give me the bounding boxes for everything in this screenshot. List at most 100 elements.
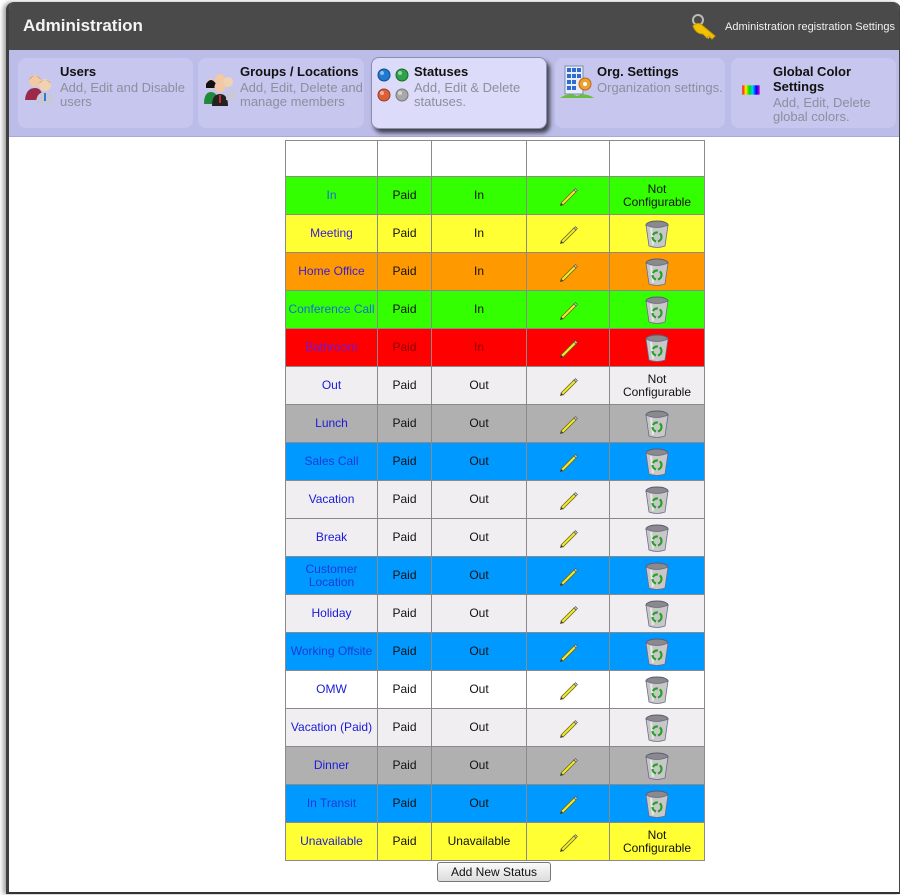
status-category: In — [431, 176, 527, 215]
nav-tile-statuses-title: Statuses — [414, 64, 469, 79]
recycle-bin-delete-icon[interactable] — [644, 295, 670, 325]
status-pay-type: Paid — [377, 290, 432, 329]
status-pay-type: Paid — [377, 404, 432, 443]
status-name-link[interactable]: Home Office — [285, 252, 378, 291]
recycle-bin-delete-icon[interactable] — [644, 599, 670, 629]
status-name-link[interactable]: Vacation — [285, 480, 378, 519]
status-category: Out — [431, 442, 527, 481]
recycle-bin-delete-icon[interactable] — [644, 257, 670, 287]
pencil-edit-icon[interactable] — [557, 527, 579, 549]
recycle-bin-delete-icon[interactable] — [644, 409, 670, 439]
edit-cell — [526, 252, 610, 291]
recycle-bin-delete-icon[interactable] — [644, 637, 670, 667]
pencil-edit-icon[interactable] — [557, 755, 579, 777]
status-pay-type: Paid — [377, 556, 432, 595]
edit-cell — [526, 176, 610, 215]
pencil-edit-icon[interactable] — [557, 793, 579, 815]
nav-tile-statuses-desc: Add, Edit & Delete statuses. — [414, 81, 521, 109]
pencil-edit-icon[interactable] — [557, 717, 579, 739]
nav-tile-groups-desc: Add, Edit, Delete and manage members — [240, 81, 363, 109]
status-name-link[interactable]: In Transit — [285, 784, 378, 823]
users-icon — [25, 75, 54, 104]
status-name-link[interactable]: Sales Call — [285, 442, 378, 481]
registration-settings-link[interactable]: Administration registration Settings — [689, 12, 895, 42]
org-settings-icon — [560, 65, 594, 98]
status-name-link[interactable]: Bathroom — [285, 328, 378, 367]
nav-tile-users[interactable]: Users Add, Edit and Disable users — [18, 58, 193, 128]
status-name-link[interactable]: OMW — [285, 670, 378, 709]
delete-cell — [609, 328, 705, 367]
delete-cell — [609, 518, 705, 557]
pencil-edit-icon[interactable] — [557, 185, 579, 207]
pencil-edit-icon[interactable] — [557, 679, 579, 701]
pencil-edit-icon[interactable] — [557, 641, 579, 663]
nav-tile-global-colors[interactable]: Global Color Settings Add, Edit, Delete … — [731, 58, 896, 128]
status-pay-type: Paid — [377, 176, 432, 215]
status-name-link[interactable]: Conference Call — [285, 290, 378, 329]
nav-tile-groups[interactable]: Groups / Locations Add, Edit, Delete and… — [198, 58, 364, 128]
registration-settings-label: Administration registration Settings — [725, 21, 895, 33]
column-header-edit — [526, 140, 610, 177]
statuses-icon — [377, 68, 409, 102]
status-name-link[interactable]: Vacation (Paid) — [285, 708, 378, 747]
admin-nav: Users Add, Edit and Disable users Groups… — [9, 50, 899, 137]
status-name-link[interactable]: Meeting — [285, 214, 378, 253]
delete-cell — [609, 632, 705, 671]
status-name-link[interactable]: Customer Location — [285, 556, 378, 595]
status-category: Out — [431, 556, 527, 595]
status-row: Vacation Paid Out — [285, 480, 705, 519]
recycle-bin-delete-icon[interactable] — [644, 561, 670, 591]
pencil-edit-icon[interactable] — [557, 337, 579, 359]
recycle-bin-delete-icon[interactable] — [644, 333, 670, 363]
status-category: In — [431, 252, 527, 291]
nav-tile-users-title: Users — [60, 64, 97, 79]
table-header-row — [285, 140, 705, 177]
pencil-edit-icon[interactable] — [557, 299, 579, 321]
recycle-bin-delete-icon[interactable] — [644, 219, 670, 249]
status-row: In Paid In Not Configurable — [285, 176, 705, 215]
recycle-bin-delete-icon[interactable] — [644, 751, 670, 781]
status-pay-type: Paid — [377, 518, 432, 557]
edit-cell — [526, 670, 610, 709]
recycle-bin-delete-icon[interactable] — [644, 485, 670, 515]
statuses-table-body: In Paid In Not Configurable Meeting Paid In H… — [285, 176, 705, 861]
status-name-link[interactable]: In — [285, 176, 378, 215]
recycle-bin-delete-icon[interactable] — [644, 713, 670, 743]
status-name-link[interactable]: Unavailable — [285, 822, 378, 861]
nav-tile-org-settings[interactable]: Org. Settings Organization settings. — [555, 58, 725, 128]
status-name-link[interactable]: Lunch — [285, 404, 378, 443]
status-row: Out Paid Out Not Configurable — [285, 366, 705, 405]
status-row: Home Office Paid In — [285, 252, 705, 291]
not-configurable-label: Not Configurable — [609, 366, 705, 405]
recycle-bin-delete-icon[interactable] — [644, 523, 670, 553]
pencil-edit-icon[interactable] — [557, 413, 579, 435]
delete-cell — [609, 746, 705, 785]
nav-tile-statuses[interactable]: Statuses Add, Edit & Delete statuses. — [371, 57, 547, 129]
pencil-edit-icon[interactable] — [557, 831, 579, 853]
edit-cell — [526, 404, 610, 443]
status-pay-type: Paid — [377, 746, 432, 785]
recycle-bin-delete-icon[interactable] — [644, 789, 670, 819]
status-name-link[interactable]: Out — [285, 366, 378, 405]
pencil-edit-icon[interactable] — [557, 451, 579, 473]
pencil-edit-icon[interactable] — [557, 489, 579, 511]
pencil-edit-icon[interactable] — [557, 223, 579, 245]
pencil-edit-icon[interactable] — [557, 565, 579, 587]
status-name-link[interactable]: Break — [285, 518, 378, 557]
pencil-edit-icon[interactable] — [557, 261, 579, 283]
add-new-status-button[interactable]: Add New Status — [437, 862, 551, 882]
status-row: OMW Paid Out — [285, 670, 705, 709]
status-name-link[interactable]: Working Offsite — [285, 632, 378, 671]
edit-cell — [526, 442, 610, 481]
status-row: Working Offsite Paid Out — [285, 632, 705, 671]
pencil-edit-icon[interactable] — [557, 375, 579, 397]
pencil-edit-icon[interactable] — [557, 603, 579, 625]
status-category: Out — [431, 632, 527, 671]
recycle-bin-delete-icon[interactable] — [644, 675, 670, 705]
status-name-link[interactable]: Dinner — [285, 746, 378, 785]
status-category: Unavailable — [431, 822, 527, 861]
recycle-bin-delete-icon[interactable] — [644, 447, 670, 477]
status-pay-type: Paid — [377, 594, 432, 633]
status-name-link[interactable]: Holiday — [285, 594, 378, 633]
status-row: Lunch Paid Out — [285, 404, 705, 443]
